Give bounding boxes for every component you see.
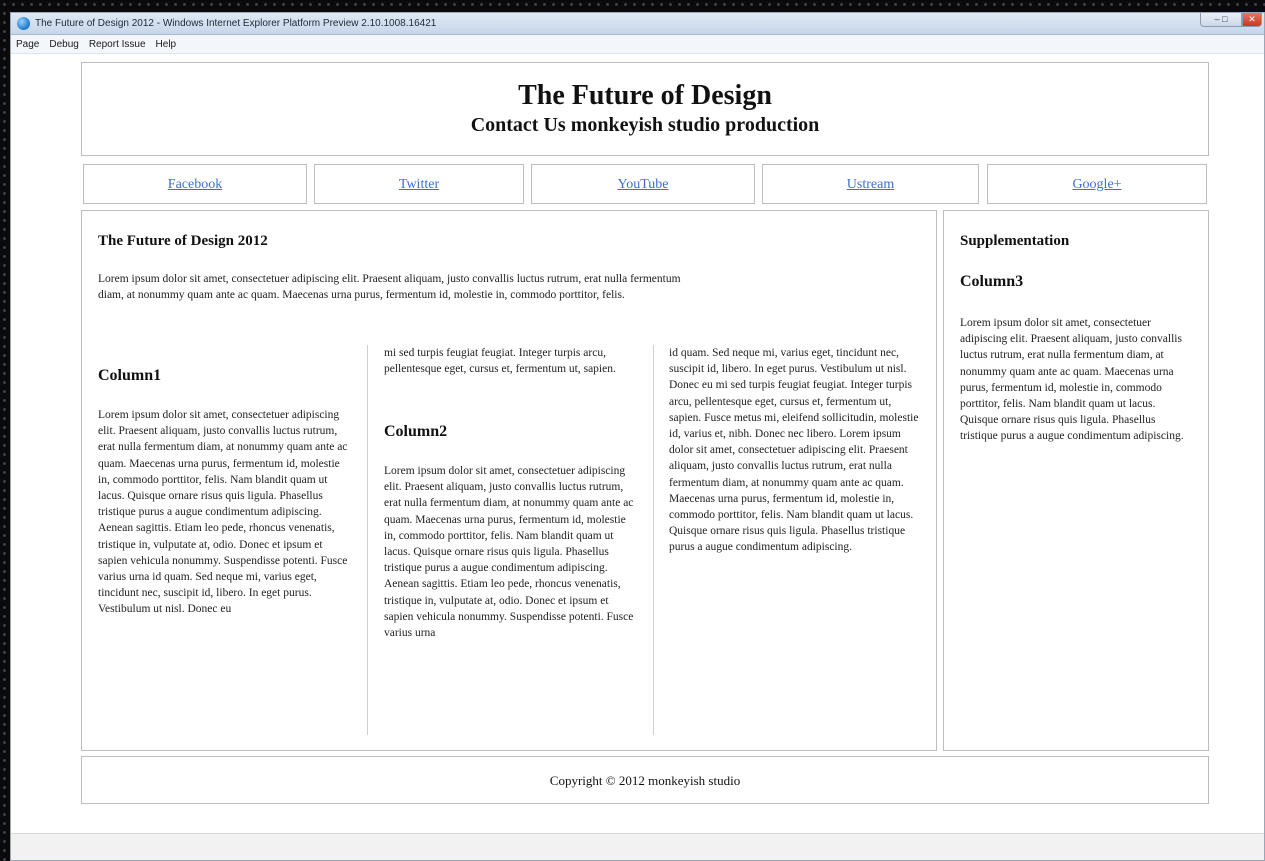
nav-link-googleplus[interactable]: Google+ — [1072, 177, 1121, 192]
nav-item-twitter: Twitter — [314, 164, 524, 204]
nav-bar: Facebook Twitter YouTube Ustream Google+ — [81, 164, 1209, 204]
nav-link-twitter[interactable]: Twitter — [399, 177, 439, 192]
minimize-maximize-buttons[interactable]: – □ — [1200, 13, 1242, 27]
copyright-text: Copyright © 2012 monkeyish studio — [549, 773, 741, 788]
nav-link-ustream[interactable]: Ustream — [847, 177, 894, 192]
nav-link-youtube[interactable]: YouTube — [618, 177, 669, 192]
close-button[interactable]: ✕ — [1242, 13, 1262, 27]
window-title: The Future of Design 2012 - Windows Inte… — [35, 18, 437, 29]
column1-text: Lorem ipsum dolor sit amet, consectetuer… — [98, 409, 348, 616]
sidebar: Supplementation Column3 Lorem ipsum dolo… — [943, 210, 1209, 751]
sidebar-title: Supplementation — [960, 233, 1070, 249]
title-bar[interactable]: The Future of Design 2012 - Windows Inte… — [11, 13, 1264, 35]
site-title: The Future of Design — [518, 80, 772, 111]
column2-heading: Column2 — [384, 423, 448, 440]
main-content: The Future of Design 2012 Lorem ipsum do… — [81, 210, 937, 751]
nav-item-ustream: Ustream — [762, 164, 979, 204]
ie-logo-icon — [17, 17, 30, 30]
menu-page[interactable]: Page — [11, 39, 44, 50]
menu-debug[interactable]: Debug — [44, 39, 83, 50]
nav-item-youtube: YouTube — [531, 164, 755, 204]
menu-help[interactable]: Help — [151, 39, 182, 50]
nav-item-facebook: Facebook — [83, 164, 307, 204]
browser-window: The Future of Design 2012 - Windows Inte… — [10, 12, 1265, 861]
column-divider — [653, 345, 654, 735]
intro-paragraph: Lorem ipsum dolor sit amet, consectetuer… — [98, 273, 681, 302]
status-bar — [11, 833, 1264, 860]
column2-text: Lorem ipsum dolor sit amet, consectetuer… — [384, 465, 634, 640]
sidebar-column3-heading: Column3 — [960, 273, 1024, 290]
main-title: The Future of Design 2012 — [98, 233, 268, 249]
page-viewport: The Future of Design Contact Us monkeyis… — [11, 54, 1264, 860]
sidebar-text: Lorem ipsum dolor sit amet, consectetuer… — [960, 317, 1184, 443]
column3-continued-text: id quam. Sed neque mi, varius eget, tinc… — [669, 347, 919, 554]
window-controls: – □ ✕ — [1200, 13, 1262, 34]
column1-heading: Column1 — [98, 367, 162, 384]
menu-report-issue[interactable]: Report Issue — [84, 39, 151, 50]
column2-continued-text: mi sed turpis feugiat feugiat. Integer t… — [384, 347, 616, 376]
nav-link-facebook[interactable]: Facebook — [168, 177, 222, 192]
nav-item-googleplus: Google+ — [987, 164, 1207, 204]
site-subtitle: Contact Us monkeyish studio production — [470, 114, 820, 136]
site-header: The Future of Design Contact Us monkeyis… — [81, 62, 1209, 156]
column-divider — [367, 345, 368, 735]
site-footer: Copyright © 2012 monkeyish studio — [81, 756, 1209, 804]
menu-bar: Page Debug Report Issue Help — [11, 35, 1264, 54]
